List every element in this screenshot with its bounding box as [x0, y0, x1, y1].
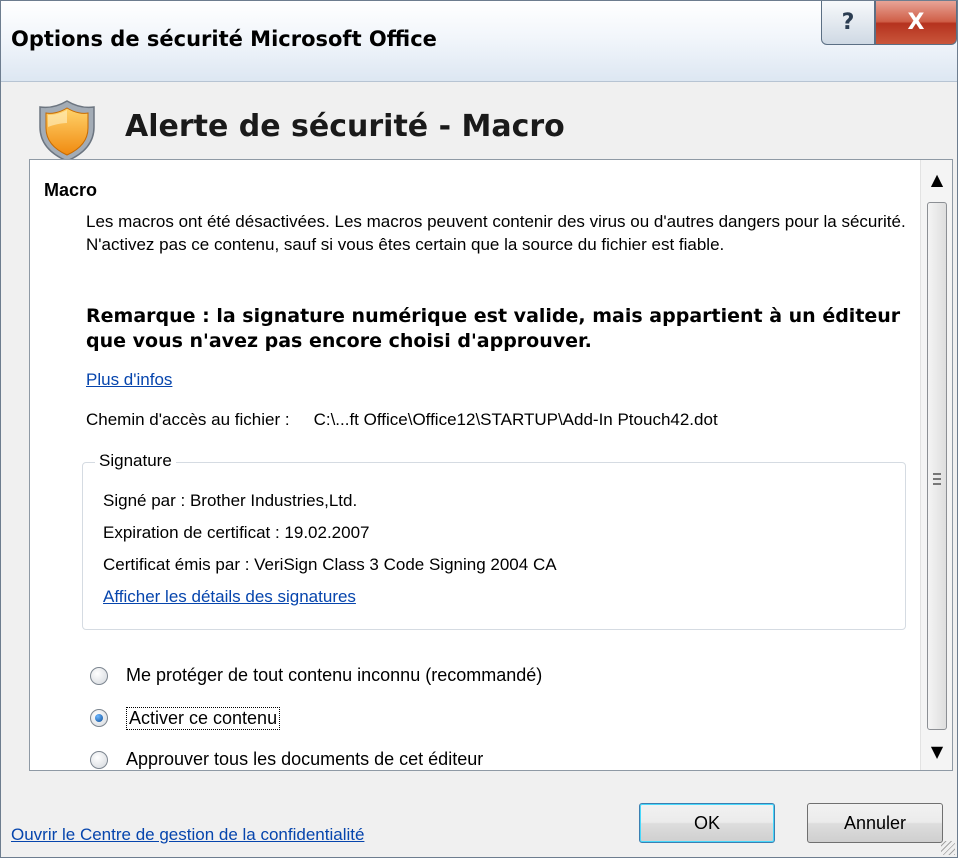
file-path-row: Chemin d'accès au fichier : C:\...ft Offi… [86, 410, 718, 430]
security-shield-icon [39, 100, 95, 162]
dialog-heading: Alerte de sécurité - Macro [125, 109, 565, 144]
scroll-down-arrow-icon[interactable]: ▼ [921, 732, 952, 770]
file-path-label: Chemin d'accès au fichier : [86, 410, 290, 429]
warning-description: Les macros ont été désactivées. Les macr… [86, 212, 906, 254]
help-button[interactable]: ? [821, 1, 875, 45]
option-label: Me protéger de tout contenu inconnu (rec… [126, 665, 543, 685]
radio-button[interactable] [90, 751, 108, 769]
more-info-link[interactable]: Plus d'infos [86, 370, 172, 390]
signed-by-text: Signé par : Brother Industries,Ltd. [103, 491, 358, 510]
trust-center-link[interactable]: Ouvrir le Centre de gestion de la confid… [11, 825, 364, 845]
radio-selected-dot [95, 714, 103, 722]
title-bar[interactable]: Options de sécurité Microsoft Office ? X [1, 1, 957, 82]
option-label: Activer ce contenu [126, 707, 281, 730]
signature-details-link[interactable]: Afficher les détails des signatures [103, 587, 356, 607]
signature-group: Signature Signé par : Brother Industries… [82, 451, 906, 630]
vertical-scrollbar[interactable]: ▲ ▼ [920, 160, 952, 770]
certificate-expiration-text: Expiration de certificat : 19.02.2007 [103, 523, 370, 542]
scrollbar-thumb[interactable] [927, 202, 947, 730]
radio-button[interactable] [90, 667, 108, 685]
radio-button-selected[interactable] [90, 709, 108, 727]
signature-remark: Remarque : la signature numérique est va… [86, 305, 901, 352]
signature-legend: Signature [95, 451, 176, 471]
close-button[interactable]: X [875, 1, 957, 45]
grip-icon [933, 473, 941, 485]
certificate-issuer-text: Certificat émis par : VeriSign Class 3 C… [103, 555, 557, 574]
resize-grip-icon[interactable] [941, 841, 955, 855]
section-heading: Macro [44, 180, 98, 200]
cancel-button[interactable]: Annuler [807, 803, 943, 843]
window-title: Options de sécurité Microsoft Office [11, 27, 437, 51]
option-label: Approuver tous les documents de cet édit… [126, 749, 484, 769]
scroll-up-arrow-icon[interactable]: ▲ [921, 160, 952, 198]
security-options-dialog: Options de sécurité Microsoft Office ? X… [0, 0, 958, 858]
message-panel[interactable]: Macro Les macros ont été désactivées. Le… [29, 159, 953, 771]
ok-button[interactable]: OK [639, 803, 775, 843]
file-path-value: C:\...ft Office\Office12\STARTUP\Add-In … [313, 410, 718, 429]
